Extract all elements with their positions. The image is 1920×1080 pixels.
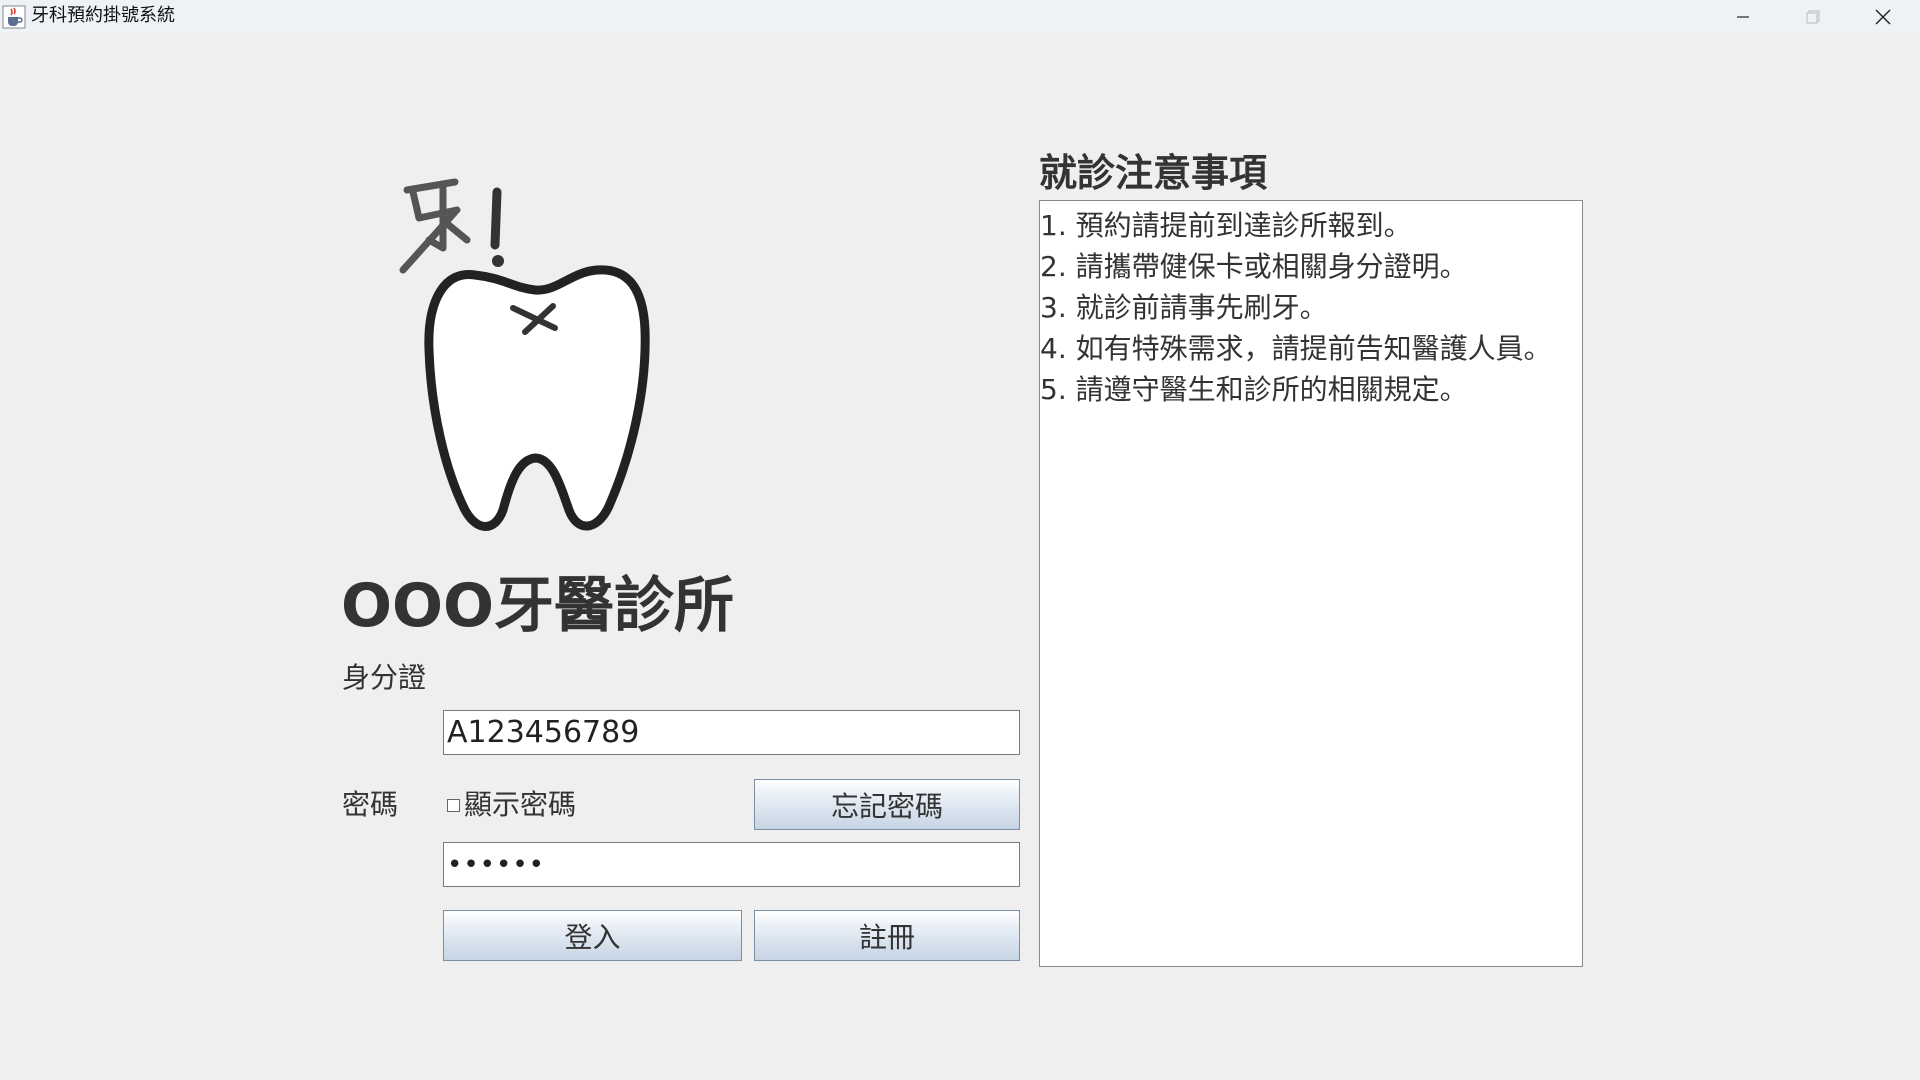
forgot-password-button[interactable]: 忘記密碼 — [754, 779, 1020, 830]
notice-line: 2. 請攜帶健保卡或相關身分證明。 — [1040, 250, 1468, 283]
close-icon — [1875, 9, 1891, 25]
restore-icon — [1806, 10, 1820, 24]
password-masked-value: •••••• — [447, 849, 546, 880]
notice-line: 1. 預約請提前到達診所報到。 — [1040, 209, 1412, 242]
minimize-icon — [1737, 16, 1749, 18]
password-input[interactable]: •••••• — [443, 842, 1020, 887]
id-number-input[interactable]: A123456789 — [443, 710, 1020, 755]
notice-line: 4. 如有特殊需求，請提前告知醫護人員。 — [1040, 332, 1552, 365]
register-button[interactable]: 註冊 — [754, 910, 1020, 961]
id-number-value: A123456789 — [447, 715, 640, 750]
title-bar: 牙科預約掛號系統 — [0, 0, 1920, 34]
notice-text-area[interactable]: 1. 預約請提前到達診所報到。 2. 請攜帶健保卡或相關身分證明。 3. 就診前… — [1039, 200, 1583, 967]
show-password-label: 顯示密碼 — [464, 788, 577, 821]
clinic-name: OOO牙醫診所 — [341, 571, 735, 641]
java-cup-icon — [2, 5, 26, 29]
close-button[interactable] — [1848, 0, 1918, 34]
notice-line: 5. 請遵守醫生和診所的相關規定。 — [1040, 373, 1468, 406]
notice-line: 3. 就診前請事先刷牙。 — [1040, 291, 1328, 324]
tooth-logo — [399, 178, 650, 531]
password-label: 密碼 — [342, 788, 399, 821]
id-label: 身分證 — [342, 661, 427, 694]
login-button[interactable]: 登入 — [443, 910, 742, 961]
maximize-button[interactable] — [1778, 0, 1848, 34]
notice-title: 就診注意事項 — [1039, 151, 1268, 195]
minimize-button[interactable] — [1708, 0, 1778, 34]
window-title: 牙科預約掛號系統 — [31, 5, 175, 26]
show-password-toggle[interactable]: 顯示密碼 — [447, 787, 576, 823]
show-password-checkbox[interactable] — [447, 798, 460, 812]
